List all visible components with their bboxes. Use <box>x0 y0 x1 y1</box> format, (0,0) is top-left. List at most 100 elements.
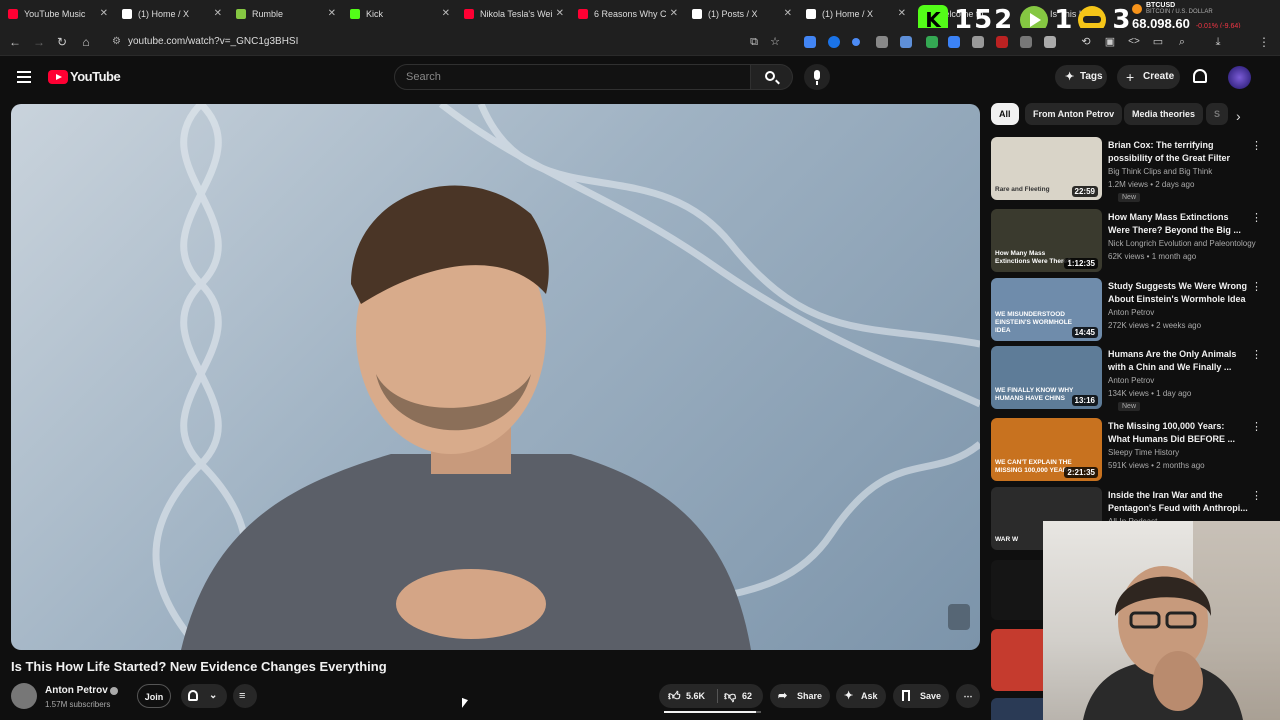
voice-search-button[interactable] <box>804 64 830 90</box>
chip-more[interactable]: S <box>1206 103 1228 125</box>
recommendation-title[interactable]: The Missing 100,000 Years: What Humans D… <box>1108 420 1248 446</box>
recommendation-item[interactable]: WE MISUNDERSTOOD EINSTEIN'S WORMHOLE IDE… <box>991 278 1262 344</box>
recommendation-thumbnail[interactable]: How Many Mass Extinctions Were There? 1:1… <box>991 209 1102 272</box>
chevron-right-icon[interactable]: › <box>1236 108 1241 124</box>
tab-close-icon[interactable]: ✕ <box>898 8 906 19</box>
home-icon[interactable]: ⌂ <box>78 34 94 50</box>
recommendation-item[interactable]: Rare and Fleeting 22:59 Brian Cox: The ter… <box>991 137 1262 203</box>
channel-name[interactable]: Anton Petrov <box>45 685 108 696</box>
forward-icon[interactable]: → <box>31 34 47 50</box>
recommendation-title[interactable]: Brian Cox: The terrifying possibility of… <box>1108 139 1248 165</box>
extension-icon[interactable] <box>900 36 912 48</box>
devtools-icon[interactable]: <> <box>1126 34 1142 50</box>
tab-close-icon[interactable]: ✕ <box>670 8 678 19</box>
recommendation-thumbnail[interactable] <box>991 698 1043 720</box>
youtube-logo[interactable]: YouTube <box>48 69 121 84</box>
recommendation-thumbnail[interactable]: WE MISUNDERSTOOD EINSTEIN'S WORMHOLE IDE… <box>991 278 1102 341</box>
recommendation-item[interactable]: WE CAN'T EXPLAIN THE MISSING 100,000 YEA… <box>991 418 1262 484</box>
tab-close-icon[interactable]: ✕ <box>556 8 564 19</box>
add-to-queue-button[interactable]: ≡ <box>233 684 257 708</box>
video-player[interactable] <box>11 104 980 650</box>
share-button[interactable]: ➦ Share <box>770 684 830 708</box>
browser-tab[interactable]: (1) Home / X ✕ <box>798 0 912 28</box>
browser-tab[interactable]: (1) Posts / X ✕ <box>684 0 798 28</box>
subscribed-button[interactable]: ⌄ <box>181 684 227 708</box>
bookmark-star-icon[interactable]: ☆ <box>767 34 783 50</box>
browser-tab[interactable]: Nikola Tesla's Wei ✕ <box>456 0 570 28</box>
recommendation-channel[interactable]: Nick Longrich Evolution and Paleontology <box>1108 239 1256 248</box>
recommendation-title[interactable]: Humans Are the Only Animals with a Chin … <box>1108 348 1248 374</box>
recommendation-thumbnail[interactable]: WE CAN'T EXPLAIN THE MISSING 100,000 YEA… <box>991 418 1102 481</box>
recommendation-thumbnail[interactable] <box>991 560 1043 620</box>
menu-icon[interactable] <box>17 71 31 83</box>
address-bar[interactable]: ⚙ youtube.com/watch?v=_GNC1g3BHSI <box>104 32 664 52</box>
more-vertical-icon[interactable]: ⋮ <box>1251 139 1262 152</box>
extension-icon[interactable] <box>972 36 984 48</box>
recommendation-channel[interactable]: Anton Petrov <box>1108 308 1154 317</box>
back-icon[interactable]: ← <box>7 34 23 50</box>
chip-media-theories[interactable]: Media theories <box>1124 103 1204 125</box>
extension-icon[interactable] <box>926 36 938 48</box>
recommendation-item[interactable]: WE FINALLY KNOW WHY HUMANS HAVE CHINS 13:… <box>991 346 1262 412</box>
recommendation-title[interactable]: How Many Mass Extinctions Were There? Be… <box>1108 211 1248 237</box>
dislike-button[interactable]: 👎︎ 62 <box>718 684 763 708</box>
save-button[interactable]: Save <box>893 684 949 708</box>
recommendation-thumbnail[interactable]: Rare and Fleeting 22:59 <box>991 137 1102 200</box>
recommendation-item[interactable]: How Many Mass Extinctions Were There? 1:1… <box>991 209 1262 275</box>
recommendation-channel[interactable]: Sleepy Time History <box>1108 448 1179 457</box>
browser-tab[interactable]: YouTube Music ✕ <box>0 0 114 28</box>
like-button[interactable]: 👍︎ 5.6K <box>659 684 717 708</box>
channel-watermark-icon[interactable] <box>948 604 970 630</box>
install-icon[interactable]: ⧉ <box>746 34 762 50</box>
extension-icon[interactable] <box>828 36 840 48</box>
new-badge: New <box>1118 193 1141 202</box>
join-button[interactable]: Join <box>137 684 171 708</box>
recommendation-channel[interactable]: Anton Petrov <box>1108 376 1154 385</box>
browser-tab[interactable]: Rumble ✕ <box>228 0 342 28</box>
chip-from-channel[interactable]: From Anton Petrov <box>1025 103 1123 125</box>
site-info-icon[interactable]: ⚙ <box>112 32 121 52</box>
recommendation-thumbnail[interactable] <box>991 629 1043 691</box>
browser-tab[interactable]: Kick ✕ <box>342 0 456 28</box>
more-vertical-icon[interactable]: ⋮ <box>1251 348 1262 361</box>
browser-menu-icon[interactable]: ⋮ <box>1256 34 1272 50</box>
sidebar-icon[interactable]: ▭ <box>1150 34 1166 50</box>
search-button[interactable] <box>751 64 793 90</box>
create-button[interactable]: + Create <box>1117 65 1180 89</box>
extension-icon[interactable] <box>996 36 1008 48</box>
zoom-icon[interactable]: ⌕ <box>1174 34 1190 50</box>
more-vertical-icon[interactable]: ⋮ <box>1251 420 1262 433</box>
extension-icon[interactable] <box>948 36 960 48</box>
tags-button[interactable]: ✦ Tags <box>1055 65 1107 89</box>
recommendation-thumbnail[interactable]: WE FINALLY KNOW WHY HUMANS HAVE CHINS 13:… <box>991 346 1102 409</box>
browser-tab[interactable]: 6 Reasons Why Cr ✕ <box>570 0 684 28</box>
more-vertical-icon[interactable]: ⋮ <box>1251 211 1262 224</box>
more-vertical-icon[interactable]: ⋮ <box>1251 489 1262 502</box>
more-actions-button[interactable]: ⋯ <box>956 684 980 708</box>
recommendation-channel[interactable]: Big Think Clips and Big Think <box>1108 167 1212 176</box>
history-icon[interactable]: ⟲ <box>1078 34 1094 50</box>
channel-avatar[interactable] <box>11 683 37 709</box>
more-vertical-icon[interactable]: ⋮ <box>1251 280 1262 293</box>
chip-all[interactable]: All <box>991 103 1019 125</box>
tab-close-icon[interactable]: ✕ <box>442 8 450 19</box>
search-input[interactable]: Search <box>394 64 751 90</box>
avatar[interactable] <box>1228 66 1251 89</box>
browser-tab[interactable]: (1) Home / X ✕ <box>114 0 228 28</box>
extension-icon[interactable] <box>852 38 860 46</box>
recommendation-title[interactable]: Inside the Iran War and the Pentagon's F… <box>1108 489 1248 515</box>
notifications-bell-icon[interactable] <box>1193 69 1207 83</box>
tab-close-icon[interactable]: ✕ <box>328 8 336 19</box>
tab-close-icon[interactable]: ✕ <box>784 8 792 19</box>
reload-icon[interactable]: ↻ <box>54 34 70 50</box>
extension-icon[interactable] <box>1020 36 1032 48</box>
extension-icon[interactable] <box>876 36 888 48</box>
ask-button[interactable]: ✦ Ask <box>836 684 886 708</box>
tab-close-icon[interactable]: ✕ <box>214 8 222 19</box>
recommendation-title[interactable]: Study Suggests We Were Wrong About Einst… <box>1108 280 1248 306</box>
tab-close-icon[interactable]: ✕ <box>100 8 108 19</box>
screenshot-icon[interactable]: ▣ <box>1102 34 1118 50</box>
extension-icon[interactable] <box>804 36 816 48</box>
extensions-puzzle-icon[interactable] <box>1044 36 1056 48</box>
download-icon[interactable]: ⤓ <box>1210 34 1226 50</box>
